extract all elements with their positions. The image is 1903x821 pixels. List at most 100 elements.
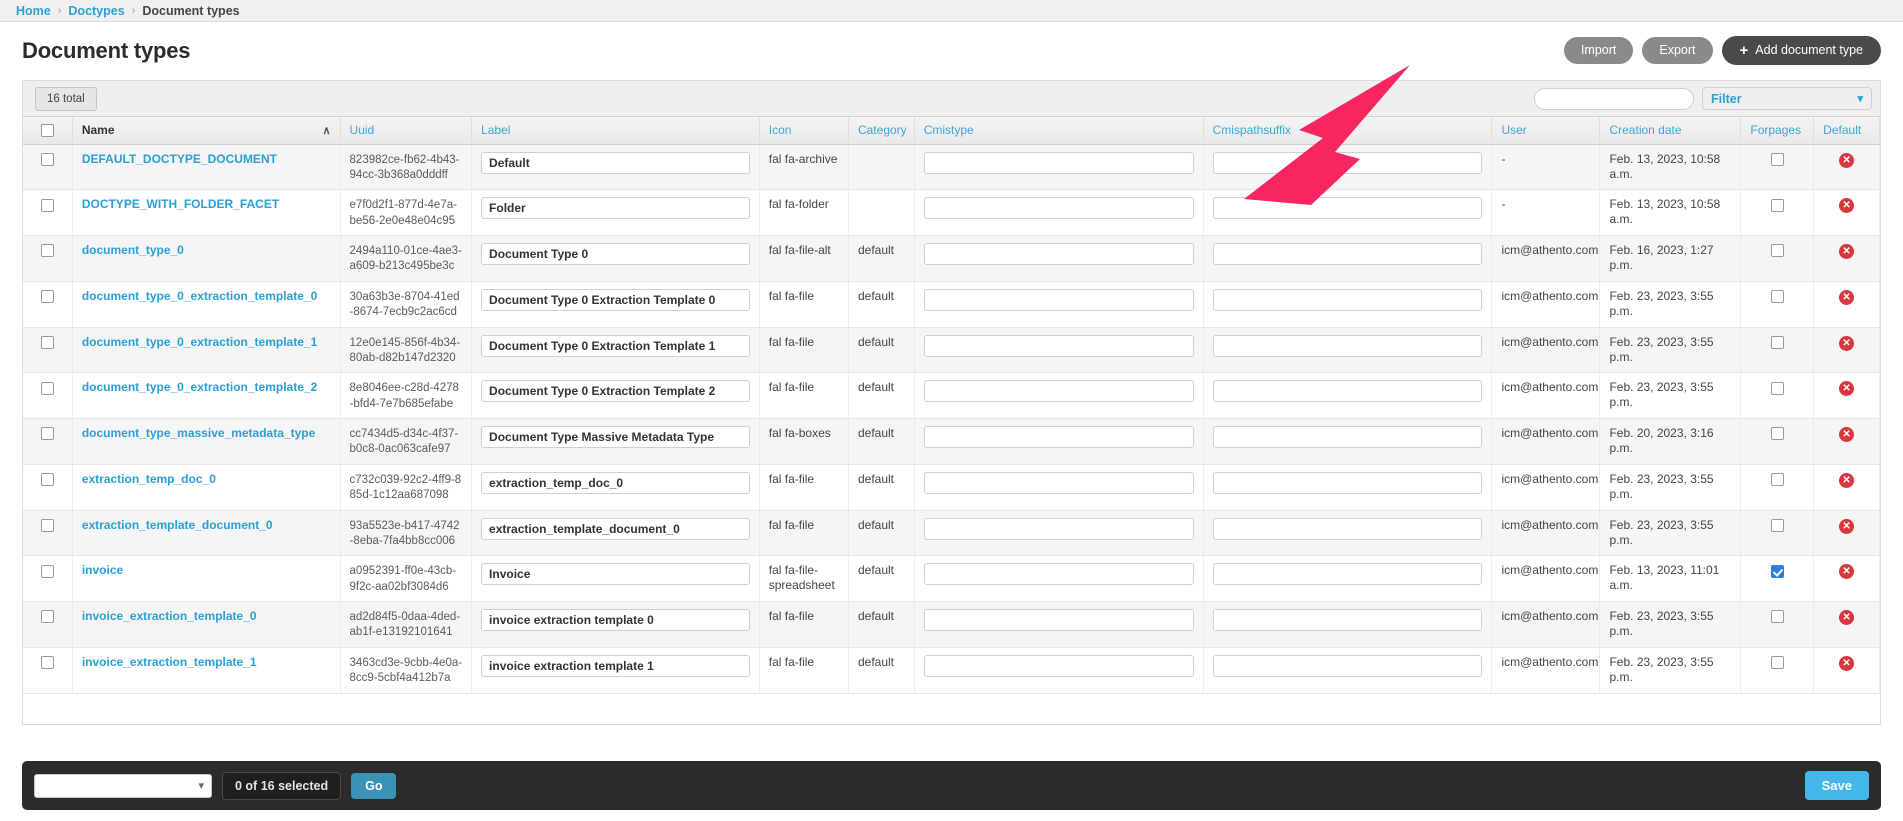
row-default-cell[interactable]: ✕	[1814, 190, 1880, 236]
row-label-input[interactable]	[481, 243, 750, 265]
row-cmistype[interactable]	[914, 464, 1203, 510]
column-header-icon[interactable]: Icon	[759, 117, 848, 144]
row-cmispathsuffix-input[interactable]	[1213, 426, 1483, 448]
bulk-action-select[interactable]: ▾	[34, 774, 212, 798]
row-select-checkbox[interactable]	[41, 473, 54, 486]
row-cmistype-input[interactable]	[924, 197, 1194, 219]
forpages-checkbox[interactable]	[1771, 382, 1784, 395]
row-label-input[interactable]	[481, 655, 750, 677]
row-label[interactable]	[472, 464, 760, 510]
filter-dropdown[interactable]: Filter ▾	[1702, 87, 1872, 110]
forpages-checkbox[interactable]	[1771, 199, 1784, 212]
go-button[interactable]: Go	[351, 773, 396, 799]
add-document-type-button[interactable]: + Add document type	[1722, 36, 1881, 65]
row-label[interactable]	[472, 327, 760, 373]
row-cmistype[interactable]	[914, 327, 1203, 373]
remove-icon[interactable]: ✕	[1839, 153, 1854, 168]
row-label-input[interactable]	[481, 472, 750, 494]
forpages-checkbox[interactable]	[1771, 244, 1784, 257]
column-header-forpages[interactable]: Forpages	[1741, 117, 1814, 144]
row-forpages-cell[interactable]	[1741, 327, 1814, 373]
row-cmispathsuffix[interactable]	[1203, 602, 1492, 648]
remove-icon[interactable]: ✕	[1839, 610, 1854, 625]
column-header-cmistype[interactable]: Cmistype	[914, 117, 1203, 144]
row-label[interactable]	[472, 510, 760, 556]
forpages-checkbox[interactable]	[1771, 565, 1784, 578]
row-cmispathsuffix[interactable]	[1203, 281, 1492, 327]
row-select-cell[interactable]	[23, 236, 72, 282]
row-select-checkbox[interactable]	[41, 244, 54, 257]
row-cmispathsuffix-input[interactable]	[1213, 197, 1483, 219]
forpages-checkbox[interactable]	[1771, 473, 1784, 486]
forpages-checkbox[interactable]	[1771, 153, 1784, 166]
document-type-link[interactable]: document_type_0_extraction_template_2	[82, 380, 317, 394]
row-cmistype[interactable]	[914, 236, 1203, 282]
row-select-cell[interactable]	[23, 144, 72, 190]
row-forpages-cell[interactable]	[1741, 419, 1814, 465]
row-default-cell[interactable]: ✕	[1814, 419, 1880, 465]
column-header-cmispathsuffix[interactable]: Cmispathsuffix	[1203, 117, 1492, 144]
row-cmistype-input[interactable]	[924, 563, 1194, 585]
row-label[interactable]	[472, 236, 760, 282]
column-header-name[interactable]: Name ∧	[72, 117, 340, 144]
row-select-checkbox[interactable]	[41, 656, 54, 669]
document-type-link[interactable]: document_type_0	[82, 243, 184, 257]
row-cmistype[interactable]	[914, 602, 1203, 648]
remove-icon[interactable]: ✕	[1839, 336, 1854, 351]
row-cmistype-input[interactable]	[924, 289, 1194, 311]
row-label-input[interactable]	[481, 380, 750, 402]
row-select-checkbox[interactable]	[41, 519, 54, 532]
row-cmistype-input[interactable]	[924, 518, 1194, 540]
row-label[interactable]	[472, 190, 760, 236]
row-default-cell[interactable]: ✕	[1814, 281, 1880, 327]
row-label-input[interactable]	[481, 518, 750, 540]
export-button[interactable]: Export	[1642, 37, 1712, 65]
row-cmistype[interactable]	[914, 556, 1203, 602]
row-select-checkbox[interactable]	[41, 565, 54, 578]
row-label[interactable]	[472, 602, 760, 648]
row-forpages-cell[interactable]	[1741, 464, 1814, 510]
row-select-cell[interactable]	[23, 647, 72, 693]
row-label-input[interactable]	[481, 563, 750, 585]
row-default-cell[interactable]: ✕	[1814, 647, 1880, 693]
row-select-checkbox[interactable]	[41, 336, 54, 349]
row-default-cell[interactable]: ✕	[1814, 464, 1880, 510]
remove-icon[interactable]: ✕	[1839, 244, 1854, 259]
row-select-checkbox[interactable]	[41, 153, 54, 166]
row-select-cell[interactable]	[23, 190, 72, 236]
row-cmispathsuffix-input[interactable]	[1213, 518, 1483, 540]
row-select-cell[interactable]	[23, 556, 72, 602]
row-select-cell[interactable]	[23, 464, 72, 510]
forpages-checkbox[interactable]	[1771, 336, 1784, 349]
row-select-cell[interactable]	[23, 327, 72, 373]
row-cmistype[interactable]	[914, 647, 1203, 693]
row-forpages-cell[interactable]	[1741, 510, 1814, 556]
row-label[interactable]	[472, 281, 760, 327]
document-type-link[interactable]: document_type_massive_metadata_type	[82, 426, 315, 440]
row-label-input[interactable]	[481, 152, 750, 174]
row-cmispathsuffix[interactable]	[1203, 556, 1492, 602]
row-select-checkbox[interactable]	[41, 199, 54, 212]
row-default-cell[interactable]: ✕	[1814, 236, 1880, 282]
row-select-cell[interactable]	[23, 419, 72, 465]
row-forpages-cell[interactable]	[1741, 602, 1814, 648]
row-select-cell[interactable]	[23, 510, 72, 556]
row-cmistype[interactable]	[914, 190, 1203, 236]
row-cmispathsuffix-input[interactable]	[1213, 289, 1483, 311]
row-cmistype-input[interactable]	[924, 609, 1194, 631]
row-select-cell[interactable]	[23, 281, 72, 327]
row-label-input[interactable]	[481, 426, 750, 448]
remove-icon[interactable]: ✕	[1839, 564, 1854, 579]
row-forpages-cell[interactable]	[1741, 281, 1814, 327]
row-select-checkbox[interactable]	[41, 427, 54, 440]
row-cmispathsuffix[interactable]	[1203, 647, 1492, 693]
forpages-checkbox[interactable]	[1771, 610, 1784, 623]
row-default-cell[interactable]: ✕	[1814, 144, 1880, 190]
row-cmistype-input[interactable]	[924, 152, 1194, 174]
row-forpages-cell[interactable]	[1741, 373, 1814, 419]
remove-icon[interactable]: ✕	[1839, 381, 1854, 396]
column-header-select-all[interactable]	[23, 117, 72, 144]
row-select-checkbox[interactable]	[41, 610, 54, 623]
row-cmispathsuffix-input[interactable]	[1213, 563, 1483, 585]
row-default-cell[interactable]: ✕	[1814, 510, 1880, 556]
